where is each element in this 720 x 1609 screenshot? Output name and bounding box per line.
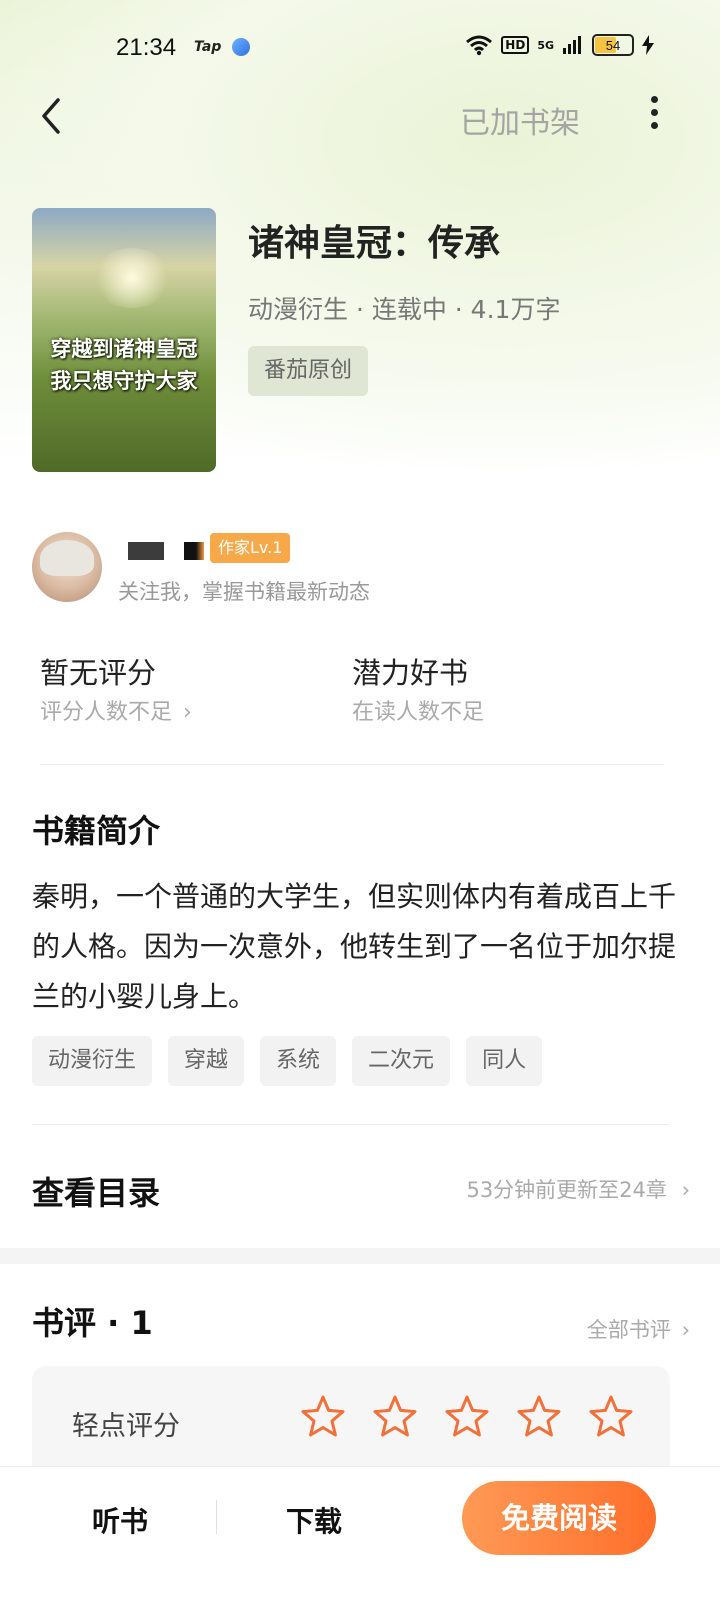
author-follow-hint[interactable]: 关注我，掌握书籍最新动态 <box>118 576 370 606</box>
wifi-icon <box>466 35 493 56</box>
tag-item[interactable]: 同人 <box>466 1036 543 1086</box>
star-icon[interactable] <box>444 1394 490 1440</box>
author-avatar[interactable] <box>32 532 102 602</box>
status-time: 21:34 <box>116 34 177 61</box>
tag-item[interactable]: 系统 <box>260 1036 337 1086</box>
section-separator <box>0 1248 720 1264</box>
rating-subtitle-text: 评分人数不足 <box>40 700 173 725</box>
star-icon[interactable] <box>516 1394 562 1440</box>
chevron-right-icon: › <box>681 1318 690 1342</box>
rate-label: 轻点评分 <box>72 1411 180 1442</box>
rating-title[interactable]: 暂无评分 <box>40 650 156 692</box>
book-meta: 动漫衍生 · 连载中 · 4.1万字 <box>248 295 561 324</box>
more-options-icon[interactable] <box>648 96 660 136</box>
signal-icon <box>563 36 581 54</box>
toc-heading[interactable]: 查看目录 <box>32 1168 160 1214</box>
author-name-redacted[interactable] <box>128 542 164 560</box>
rating-stars <box>300 1394 634 1440</box>
listen-button[interactable]: 听书 <box>92 1500 148 1540</box>
star-icon[interactable] <box>372 1394 418 1440</box>
all-reviews-link[interactable]: 全部书评 › <box>587 1314 690 1344</box>
book-cover[interactable]: 穿越到诸神皇冠 我只想守护大家 <box>32 208 216 472</box>
charging-icon <box>642 35 654 55</box>
battery-level: 54 <box>605 37 621 53</box>
potential-title: 潜力好书 <box>352 656 469 690</box>
hd-indicator: HD <box>501 36 530 54</box>
status-right-icons: HD 5G 54 <box>465 34 654 56</box>
back-arrow-icon[interactable] <box>36 96 66 136</box>
tag-item[interactable]: 二次元 <box>352 1036 451 1086</box>
cover-title-line1: 穿越到诸神皇冠 <box>50 337 198 361</box>
status-bar: 21:34 Tap HD 5G 54 <box>0 24 720 70</box>
tag-item[interactable]: 动漫衍生 <box>32 1036 153 1086</box>
star-icon[interactable] <box>300 1394 346 1440</box>
potential-subtitle: 在读人数不足 <box>352 700 485 725</box>
book-title: 诸神皇冠：传承 <box>248 223 501 264</box>
cover-title-line2: 我只想守护大家 <box>50 369 198 393</box>
chevron-right-icon: › <box>183 700 192 725</box>
tap-app-icon: Tap <box>194 39 222 55</box>
intro-heading: 书籍简介 <box>32 812 161 850</box>
chevron-right-icon: › <box>681 1178 690 1202</box>
all-reviews-text: 全部书评 <box>586 1318 671 1342</box>
divider <box>40 764 664 765</box>
divider <box>32 1124 670 1125</box>
network-5g-label: 5G <box>537 38 554 52</box>
battery-icon: 54 <box>592 34 634 56</box>
reviews-heading: 书评 · 1 <box>32 1304 153 1342</box>
rating-subtitle[interactable]: 评分人数不足 › <box>40 694 192 726</box>
notification-app-icon <box>232 38 250 56</box>
added-to-shelf-button[interactable]: 已加书架 <box>460 98 580 142</box>
toc-update-link[interactable]: 53分钟前更新至24章 › <box>466 1174 690 1204</box>
source-tag: 番茄原创 <box>248 346 369 396</box>
author-level-badge: 作家Lv.1 <box>210 533 291 563</box>
star-icon[interactable] <box>588 1394 634 1440</box>
free-read-button[interactable]: 免费阅读 <box>462 1481 656 1555</box>
intro-text: 秦明，一个普通的大学生，但实则体内有着成百上千的人格。因为一次意外，他转生到了一… <box>32 880 677 1013</box>
tag-list: 动漫衍生 穿越 系统 二次元 同人 <box>32 1036 543 1086</box>
bottom-divider <box>216 1500 217 1534</box>
tag-item[interactable]: 穿越 <box>168 1036 245 1086</box>
cover-sunlight <box>92 248 172 308</box>
toc-update-text: 53分钟前更新至24章 <box>466 1178 667 1202</box>
download-button[interactable]: 下载 <box>286 1500 342 1540</box>
author-name-redacted-2[interactable] <box>184 542 204 560</box>
